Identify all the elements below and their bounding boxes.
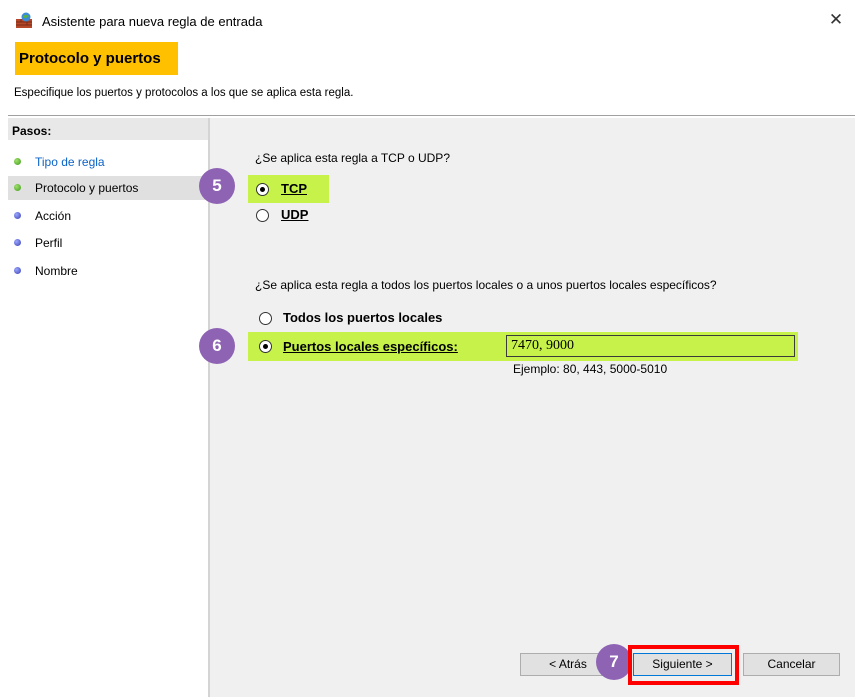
- title-bar: Asistente para nueva regla de entrada ✕: [0, 0, 855, 38]
- specific-ports-radio[interactable]: [259, 340, 272, 353]
- close-icon[interactable]: ✕: [822, 8, 850, 32]
- next-button[interactable]: Siguiente >: [633, 653, 732, 676]
- annotation-badge-7: 7: [596, 644, 632, 680]
- page-heading-highlight: Protocolo y puertos: [15, 42, 178, 75]
- annotation-badge-6: 6: [199, 328, 235, 364]
- annotation-badge-5: 5: [199, 168, 235, 204]
- step-nombre: Nombre: [8, 259, 208, 283]
- step-label: Tipo de regla: [35, 155, 105, 169]
- step-tipo-de-regla[interactable]: Tipo de regla: [8, 150, 208, 174]
- ports-question: ¿Se aplica esta regla a todos los puerto…: [255, 278, 717, 292]
- blue-dot-icon: [14, 239, 21, 246]
- step-accion: Acción: [8, 204, 208, 228]
- page-title: Protocolo y puertos: [19, 50, 161, 67]
- steps-pane: Pasos: Tipo de regla Protocolo y puertos…: [8, 118, 208, 697]
- step-label: Protocolo y puertos: [35, 181, 139, 195]
- steps-header: Pasos:: [8, 118, 208, 140]
- step-label: Nombre: [35, 264, 78, 278]
- ports-example: Ejemplo: 80, 443, 5000-5010: [513, 362, 668, 376]
- specific-ports-label[interactable]: Puertos locales específicos:: [283, 339, 458, 354]
- window-title: Asistente para nueva regla de entrada: [42, 14, 263, 29]
- firewall-wizard-icon: [15, 12, 33, 28]
- tcp-radio[interactable]: [256, 183, 269, 196]
- protocol-question: ¿Se aplica esta regla a TCP o UDP?: [255, 151, 450, 165]
- green-dot-icon: [14, 158, 21, 165]
- cancel-button[interactable]: Cancelar: [743, 653, 840, 676]
- step-label: Acción: [35, 209, 72, 223]
- step-perfil: Perfil: [8, 231, 208, 255]
- content-pane: [210, 118, 855, 697]
- udp-label[interactable]: UDP: [281, 207, 308, 222]
- steps-title: Pasos:: [12, 124, 52, 138]
- all-ports-radio[interactable]: [259, 312, 272, 325]
- all-ports-label[interactable]: Todos los puertos locales: [283, 310, 442, 325]
- ports-input[interactable]: 7470, 9000: [506, 335, 795, 357]
- blue-dot-icon: [14, 267, 21, 274]
- step-label: Perfil: [35, 236, 63, 250]
- blue-dot-icon: [14, 212, 21, 219]
- page-subtitle: Especifique los puertos y protocolos a l…: [14, 87, 354, 99]
- step-protocolo-y-puertos[interactable]: Protocolo y puertos: [8, 176, 208, 200]
- wizard-window: Asistente para nueva regla de entrada ✕ …: [0, 0, 855, 697]
- header-divider: [8, 115, 855, 116]
- udp-radio[interactable]: [256, 209, 269, 222]
- tcp-label[interactable]: TCP: [281, 181, 307, 196]
- green-dot-icon: [14, 184, 21, 191]
